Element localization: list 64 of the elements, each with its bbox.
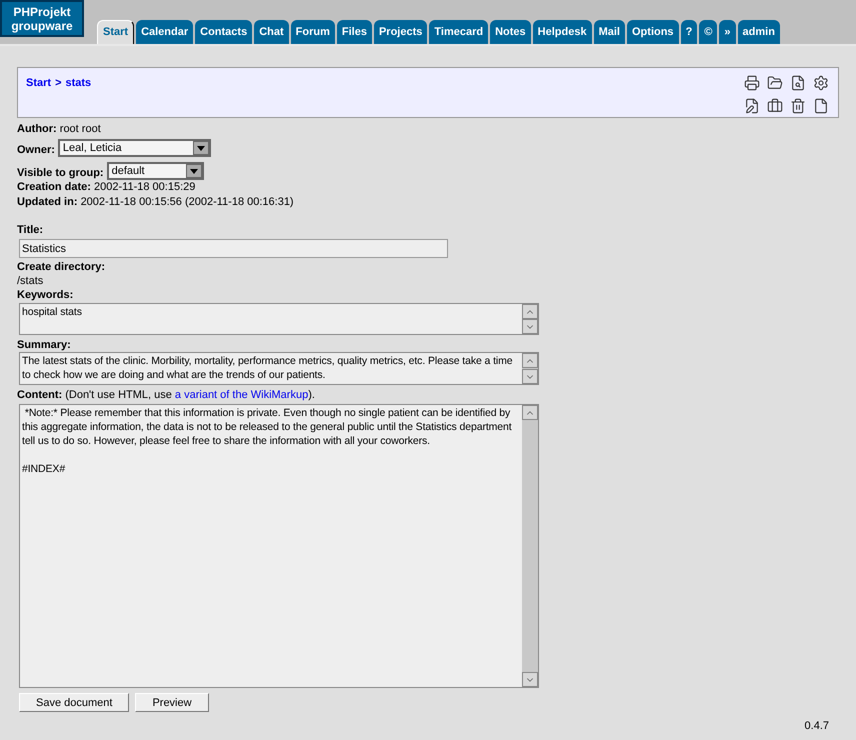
nav-tab[interactable]: Contacts — [195, 20, 252, 44]
toolbox-icon[interactable] — [767, 98, 783, 114]
nav-tab[interactable]: admin — [738, 20, 780, 44]
folder-icon[interactable] — [767, 75, 783, 91]
logo[interactable]: PHProjekt groupware — [0, 0, 84, 37]
scroll-up-icon[interactable] — [522, 405, 538, 420]
field-label: Create directory: — [17, 261, 106, 273]
field-label: Keywords: — [17, 289, 74, 301]
field-value: /stats — [17, 274, 44, 288]
nav-tab[interactable]: ? — [680, 20, 698, 44]
scrollbar[interactable] — [522, 353, 538, 384]
form-button[interactable]: Preview — [135, 693, 209, 712]
field-value: 2002-11-18 00:15:29 — [94, 181, 196, 193]
scroll-up-icon[interactable] — [522, 353, 538, 368]
dropdown[interactable]: default — [106, 162, 204, 180]
document-search-icon[interactable] — [790, 75, 806, 91]
field-label: Author: — [17, 123, 57, 135]
field-value: root root — [60, 123, 101, 135]
nav-tab[interactable]: Projects — [374, 20, 428, 44]
version-text: 0.4.7 — [804, 719, 829, 734]
field-label: Owner: — [17, 143, 55, 157]
scrollbar[interactable] — [522, 304, 538, 334]
content-field[interactable]: *Note:* Please remember that this information is private. Even though no single patient can be identified by this aggregate information, the data is not to be released to the general public until the Statistics department tell us to do so. However, please feel free to share the information with all your coworkers. #INDEX# — [19, 404, 539, 688]
field-label: Creation date: — [17, 181, 91, 193]
nav-tab[interactable]: Mail — [594, 20, 625, 44]
document-icon[interactable] — [813, 98, 829, 114]
scroll-down-icon[interactable] — [522, 672, 538, 687]
nav-tab[interactable]: © — [699, 20, 718, 44]
nav-tab[interactable]: » — [719, 20, 736, 44]
logo-text: PHProjekt — [13, 4, 71, 18]
nav-tab[interactable]: Calendar — [136, 20, 194, 44]
scroll-down-icon[interactable] — [522, 319, 538, 334]
content-hint: (Don't use HTML, use a variant of the WikiMarkup). — [65, 388, 315, 402]
field-label: Content: — [17, 388, 62, 402]
field-value: 2002-11-18 00:15:56 (2002-11-18 00:16:31) — [80, 196, 294, 208]
printer-icon[interactable] — [744, 75, 760, 91]
breadcrumb-separator: > — [55, 76, 62, 89]
logo-text: groupware — [11, 18, 73, 32]
nav-tab[interactable]: Helpdesk — [532, 20, 592, 44]
breadcrumb-link[interactable]: stats — [66, 75, 92, 89]
keywords-field[interactable]: hospital stats — [19, 303, 539, 335]
nav-tab[interactable]: Forum — [290, 20, 335, 44]
nav-tab[interactable]: Notes — [490, 20, 531, 44]
breadcrumb-link[interactable]: Start — [26, 75, 52, 89]
form-button[interactable]: Save document — [19, 693, 130, 712]
nav-tab[interactable]: Timecard — [429, 20, 488, 44]
nav-tab[interactable]: Start — [97, 20, 134, 44]
trash-icon[interactable] — [790, 98, 806, 114]
field-label: Visible to group: — [17, 166, 104, 180]
scroll-up-icon[interactable] — [522, 304, 538, 319]
scroll-down-icon[interactable] — [522, 369, 538, 384]
wikimarkup-link[interactable]: a variant of the WikiMarkup — [174, 389, 308, 401]
settings-icon[interactable] — [813, 75, 829, 91]
nav-tab[interactable]: Options — [627, 20, 679, 44]
document-edit-icon[interactable] — [744, 98, 760, 114]
scrollbar[interactable] — [522, 405, 538, 687]
field-label: Summary: — [17, 339, 71, 351]
nav-tab[interactable]: Chat — [254, 20, 289, 44]
summary-field[interactable]: The latest stats of the clinic. Morbility, mortality, performance metrics, quality metrics, etc. Please take a time to check how we are doing and what are the trends of our patients. — [19, 352, 539, 385]
nav-tab[interactable]: Files — [336, 20, 372, 44]
title-field[interactable]: Statistics — [19, 239, 448, 258]
dropdown[interactable]: Leal, Leticia — [58, 139, 211, 157]
field-label: Updated in: — [17, 196, 78, 208]
field-label: Title: — [17, 224, 44, 236]
